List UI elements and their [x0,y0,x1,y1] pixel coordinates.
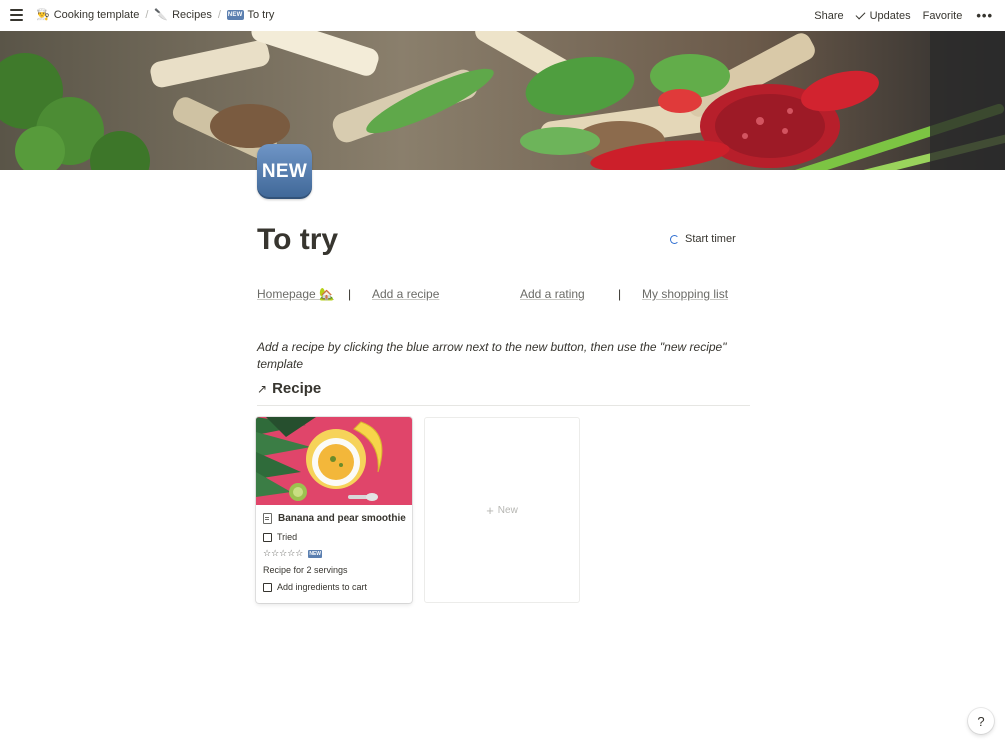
timer-label: Start timer [685,233,736,245]
start-timer-button[interactable]: Start timer [670,233,736,245]
cook-emoji-icon: 👨‍🍳 [36,9,50,21]
gallery-card[interactable]: Banana and pear smoothie Tried ☆☆☆☆☆ NEW… [256,417,412,603]
cart-property[interactable]: Add ingredients to cart [263,582,367,592]
more-options-icon[interactable]: ••• [976,8,993,23]
breadcrumb-to-try[interactable]: NEW To try [226,8,275,21]
breadcrumb-cooking-template[interactable]: 👨‍🍳 Cooking template [36,8,140,22]
favorite-button[interactable]: Favorite [923,10,963,22]
menu-icon[interactable] [10,9,23,21]
new-badge-icon: NEW [226,9,244,20]
page-title[interactable]: To try [257,221,338,259]
top-bar: 👨‍🍳 Cooking template / 🔪 Recipes / NEW T… [0,0,1005,31]
breadcrumb-label: Recipes [172,8,212,21]
link-separator: | [348,287,352,301]
cart-label: Add ingredients to cart [277,582,368,592]
shopping-list-link[interactable]: My shopping list [642,287,728,301]
cart-checkbox[interactable] [263,582,272,592]
instruction-text: Add a recipe by clicking the blue arrow … [257,340,727,371]
servings-text: Recipe for 2 servings [263,565,348,575]
rating-stars-icon: ☆☆☆☆☆ [263,548,304,558]
updates-button[interactable]: Updates [855,9,911,22]
card-title: Banana and pear smoothie [263,513,406,524]
homepage-link[interactable]: Homepage 🏡 [257,287,334,301]
rating-property: ☆☆☆☆☆ NEW [263,548,323,559]
new-badge-icon: NEW [308,549,323,558]
card-title-text: Banana and pear smoothie [278,513,406,524]
help-button[interactable]: ? [968,708,994,734]
database-title: Recipe [272,380,322,397]
tried-checkbox[interactable] [263,532,272,542]
breadcrumb-label: To try [247,8,275,21]
updates-label: Updates [869,9,911,22]
cover-photo-food [0,31,1005,170]
timer-icon [670,234,679,244]
breadcrumb-separator: / [145,8,149,21]
new-card-button[interactable]: + New [424,417,580,603]
page-new-icon[interactable]: NEW [257,144,312,199]
knife-icon: 🔪 [154,9,169,21]
page-icon [263,513,272,524]
smoothie-photo [256,417,412,505]
tried-property[interactable]: Tried [263,532,297,542]
recipe-database-link[interactable]: ↗ Recipe [257,380,321,397]
tried-label: Tried [277,532,298,542]
divider [257,405,750,406]
breadcrumb: 👨‍🍳 Cooking template / 🔪 Recipes / NEW T… [36,8,275,22]
link-arrow-icon: ↗ [257,381,268,396]
share-button[interactable]: Share [814,10,843,22]
add-recipe-link[interactable]: Add a recipe [372,287,439,301]
breadcrumb-separator: / [217,8,221,21]
plus-icon: + [486,502,494,518]
add-rating-link[interactable]: Add a rating [520,287,585,301]
cover-image [0,31,1005,170]
top-actions: Share Updates Favorite ••• [802,8,993,23]
link-separator: | [618,287,622,301]
servings-property: Recipe for 2 servings [263,565,348,575]
new-label: New [497,504,518,516]
breadcrumb-recipes[interactable]: 🔪 Recipes [154,8,212,22]
check-icon [855,9,866,19]
breadcrumb-label: Cooking template [53,8,140,21]
